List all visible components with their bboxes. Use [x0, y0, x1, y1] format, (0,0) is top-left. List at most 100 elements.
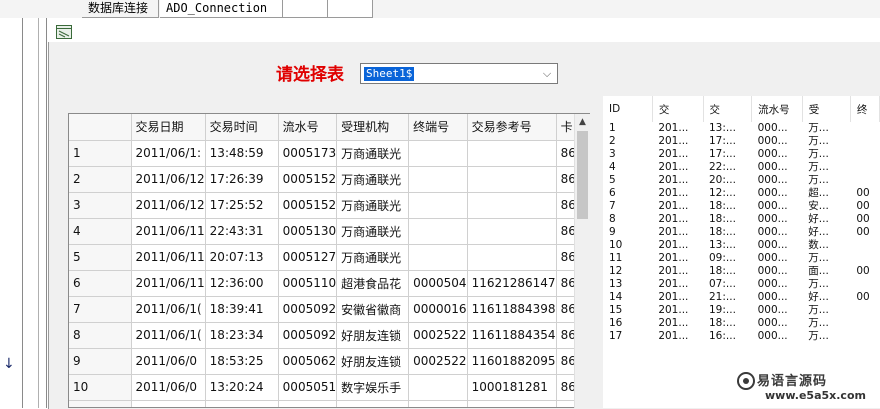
data-grid[interactable]: 交易日期 交易时间 流水号 受理机构 终端号 交易参考号卡 1 2011/06/1: 13:4… [68, 113, 590, 408]
grid-column-header[interactable]: 受理机构 [336, 114, 410, 141]
table-row[interactable]: 7 2011/06/1(18:39:41 0005092 安徽省徽商 0000016 11… [69, 296, 587, 323]
grid-cell[interactable]: 0005110 [278, 270, 338, 297]
grid-cell[interactable]: 2011/06/0 [131, 400, 206, 407]
list-column-header[interactable]: 交 [652, 96, 704, 122]
grid-cell[interactable]: 2011/06/0 [131, 348, 206, 375]
grid-column-header[interactable] [69, 114, 132, 141]
list-item[interactable]: 15 201... 19:... 000... 万... [603, 304, 880, 317]
list-item[interactable]: 1 201... 13:... 000... 万... [603, 122, 880, 135]
grid-cell[interactable] [408, 400, 468, 407]
list-item[interactable]: 11 201... 09:... 000... 万... [603, 252, 880, 265]
grid-column-header[interactable]: 流水号 [278, 114, 338, 141]
grid-cell[interactable]: 13:48:59 [205, 140, 279, 167]
grid-cell[interactable]: 0005051 [278, 374, 338, 401]
grid-cell[interactable]: 0000504 [408, 270, 468, 297]
grid-cell[interactable]: 好朋友连锁 [336, 322, 410, 349]
grid-cell[interactable]: 20:07:13 [205, 244, 279, 271]
list-item[interactable]: 3 201... 17:... 000... 万... [603, 148, 880, 161]
grid-cell[interactable] [467, 166, 557, 193]
grid-column-header[interactable]: 交易时间 [205, 114, 279, 141]
grid-column-header[interactable]: 交易参考号 [467, 114, 557, 141]
list-item[interactable]: 12 201... 18:... 000... 面... 00 [603, 265, 880, 278]
list-item[interactable]: 14 201... 21:... 000... 好... 00 [603, 291, 880, 304]
grid-cell[interactable]: 2011/06/11 [131, 244, 206, 271]
table-row[interactable]: 4 2011/06/11 22:43:31 0005130 万商通联光 86 [69, 218, 587, 245]
table-row[interactable]: 2 2011/06/12 17:26:39 0005152 万商通联光 86 [69, 166, 587, 193]
table-row[interactable]: 3 2011/06/12 17:25:52 0005152 万商通联光 86 [69, 192, 587, 219]
grid-cell[interactable]: 11621286147 [467, 270, 557, 297]
grid-cell[interactable]: 好朋友连锁 [336, 348, 410, 375]
grid-cell[interactable]: 万商通联光 [336, 192, 410, 219]
grid-cell[interactable]: 万商通联光 [336, 400, 410, 407]
row-number[interactable]: 9 [69, 348, 132, 375]
row-number[interactable]: 10 [69, 374, 132, 401]
table-row[interactable]: 5 2011/06/11 20:07:13 0005127 万商通联光 86 [69, 244, 587, 271]
grid-cell[interactable]: 11601882095 [467, 348, 557, 375]
grid-cell[interactable]: 2011/06/11 [131, 270, 206, 297]
list-item[interactable]: 17 201... 16:... 000... 万... [603, 330, 880, 343]
grid-cell[interactable]: 0002522 [408, 348, 468, 375]
grid-column-header[interactable]: 交易日期 [131, 114, 206, 141]
grid-cell[interactable]: 0005092 [278, 322, 338, 349]
grid-cell[interactable]: 2011/06/11 [131, 218, 206, 245]
grid-cell[interactable]: 0005041 [278, 400, 338, 407]
list-column-header[interactable]: 终 [850, 96, 880, 122]
grid-cell[interactable] [408, 218, 468, 245]
grid-cell[interactable] [408, 244, 468, 271]
grid-cell[interactable] [467, 400, 557, 407]
grid-cell[interactable]: 万商通联光 [336, 244, 410, 271]
grid-cell[interactable] [467, 140, 557, 167]
grid-cell[interactable]: 2011/06/0 [131, 374, 206, 401]
list-item[interactable]: 13 201... 07:... 000... 万... [603, 278, 880, 291]
grid-cell[interactable]: 2011/06/1( [131, 296, 206, 323]
grid-column-header[interactable]: 终端号 [408, 114, 468, 141]
scrollbar-thumb[interactable] [577, 131, 588, 219]
row-number[interactable]: 5 [69, 244, 132, 271]
grid-cell[interactable]: 0005127 [278, 244, 338, 271]
row-number[interactable]: 1 [69, 140, 132, 167]
grid-cell[interactable]: 17:26:39 [205, 166, 279, 193]
grid-cell[interactable]: 11611884354 [467, 322, 557, 349]
grid-cell[interactable]: 13:20:24 [205, 374, 279, 401]
record-list[interactable]: ID 交交流水号受终 1 201... 13:... 000... 万... 2 201...… [603, 96, 880, 408]
list-item[interactable]: 5 201... 20:... 000... 万... [603, 174, 880, 187]
row-number[interactable]: 8 [69, 322, 132, 349]
grid-cell[interactable]: 18:53:25 [205, 348, 279, 375]
grid-cell[interactable]: 09:06:19 [205, 400, 279, 407]
list-column-header[interactable]: ID [603, 96, 653, 122]
grid-cell[interactable]: 0005173 [278, 140, 338, 167]
grid-cell[interactable] [408, 140, 468, 167]
list-column-header[interactable]: 交 [703, 96, 753, 122]
row-number[interactable]: 7 [69, 296, 132, 323]
grid-cell[interactable] [467, 218, 557, 245]
grid-cell[interactable]: 0005152 [278, 192, 338, 219]
property-value[interactable]: ADO_Connection [160, 0, 283, 18]
table-row[interactable]: 1 2011/06/1: 13:48:59 0005173 万商通联光 86 [69, 140, 587, 167]
list-column-header[interactable]: 受 [802, 96, 851, 122]
row-number[interactable]: 3 [69, 192, 132, 219]
grid-cell[interactable]: 17:25:52 [205, 192, 279, 219]
table-row[interactable]: 6 2011/06/11 12:36:00 0005110 超港食品花 0000504 11… [69, 270, 587, 297]
list-item[interactable]: 10 201... 13:... 000... 数... [603, 239, 880, 252]
list-item[interactable]: 7 201... 18:... 000... 安... 00 [603, 200, 880, 213]
grid-cell[interactable]: 2011/06/1: [131, 140, 206, 167]
grid-cell[interactable] [408, 192, 468, 219]
list-item[interactable]: 16 201... 18:... 000... 万... [603, 317, 880, 330]
grid-cell[interactable]: 2011/06/12 [131, 166, 206, 193]
grid-cell[interactable] [408, 166, 468, 193]
row-number[interactable]: 2 [69, 166, 132, 193]
grid-cell[interactable]: 万商通联光 [336, 166, 410, 193]
grid-cell[interactable]: 超港食品花 [336, 270, 410, 297]
grid-cell[interactable] [467, 244, 557, 271]
grid-cell[interactable] [467, 192, 557, 219]
grid-cell[interactable]: 0005062 [278, 348, 338, 375]
grid-cell[interactable] [408, 374, 468, 401]
grid-cell[interactable]: 安徽省徽商 [336, 296, 410, 323]
scroll-up-arrow-icon[interactable]: ▲ [575, 114, 590, 130]
table-row[interactable]: 112011/06/009:06:190005041万商通联光86 [69, 400, 587, 407]
grid-cell[interactable]: 0005092 [278, 296, 338, 323]
grid-cell[interactable]: 18:39:41 [205, 296, 279, 323]
grid-cell[interactable]: 22:43:31 [205, 218, 279, 245]
list-item[interactable]: 8 201... 18:... 000... 好... 00 [603, 213, 880, 226]
table-row[interactable]: 8 2011/06/1(18:23:34 0005092 好朋友连锁 0002522 11… [69, 322, 587, 349]
